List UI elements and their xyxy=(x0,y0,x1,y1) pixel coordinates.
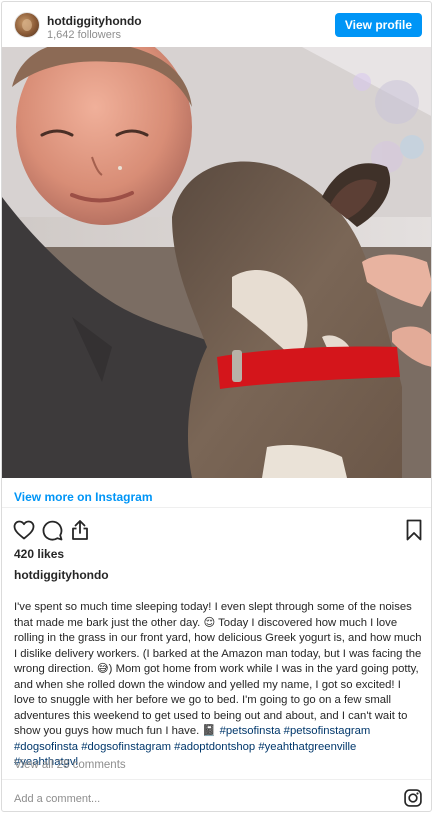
comment-icon[interactable] xyxy=(40,518,64,542)
hashtag-link[interactable]: #petsofinstagram xyxy=(284,725,371,737)
photo-image xyxy=(2,47,431,478)
share-icon[interactable] xyxy=(68,518,92,542)
add-comment-input[interactable]: Add a comment... xyxy=(14,793,100,805)
hashtag-link[interactable]: #petsofinsta xyxy=(220,725,281,737)
post-header: hotdiggityhondo 1,642 followers View pro… xyxy=(2,2,431,48)
view-comments-link[interactable]: View all 28 comments xyxy=(14,759,126,771)
instagram-icon[interactable] xyxy=(403,788,423,808)
sweat-smile-emoji: 😅 xyxy=(96,663,109,675)
post-photo[interactable] xyxy=(2,47,431,478)
instagram-embed-card: hotdiggityhondo 1,642 followers View pro… xyxy=(1,1,432,812)
bookmark-icon[interactable] xyxy=(402,518,426,542)
avatar[interactable] xyxy=(14,12,40,38)
notebook-emoji: 📓 xyxy=(202,725,217,737)
view-profile-button[interactable]: View profile xyxy=(334,13,422,37)
relieved-emoji: 😌 xyxy=(203,616,216,629)
hashtag-link[interactable]: #dogsofinstagram xyxy=(81,741,171,753)
hashtag-link[interactable]: #adoptdontshop xyxy=(174,741,255,753)
caption-username[interactable]: hotdiggityhondo xyxy=(14,568,109,582)
hashtag-link[interactable]: #yeahthatgreenville xyxy=(258,741,356,753)
post-caption: I've spent so much time sleeping today! … xyxy=(14,600,422,771)
username-link[interactable]: hotdiggityhondo xyxy=(47,14,142,28)
view-more-link[interactable]: View more on Instagram xyxy=(14,490,153,504)
hashtag-link[interactable]: #dogsofinsta xyxy=(14,741,78,753)
divider xyxy=(2,507,431,508)
divider xyxy=(2,779,431,780)
action-bar xyxy=(2,518,431,542)
like-count[interactable]: 420 likes xyxy=(14,547,64,561)
follower-count: 1,642 followers xyxy=(47,29,121,41)
heart-icon[interactable] xyxy=(12,518,36,542)
